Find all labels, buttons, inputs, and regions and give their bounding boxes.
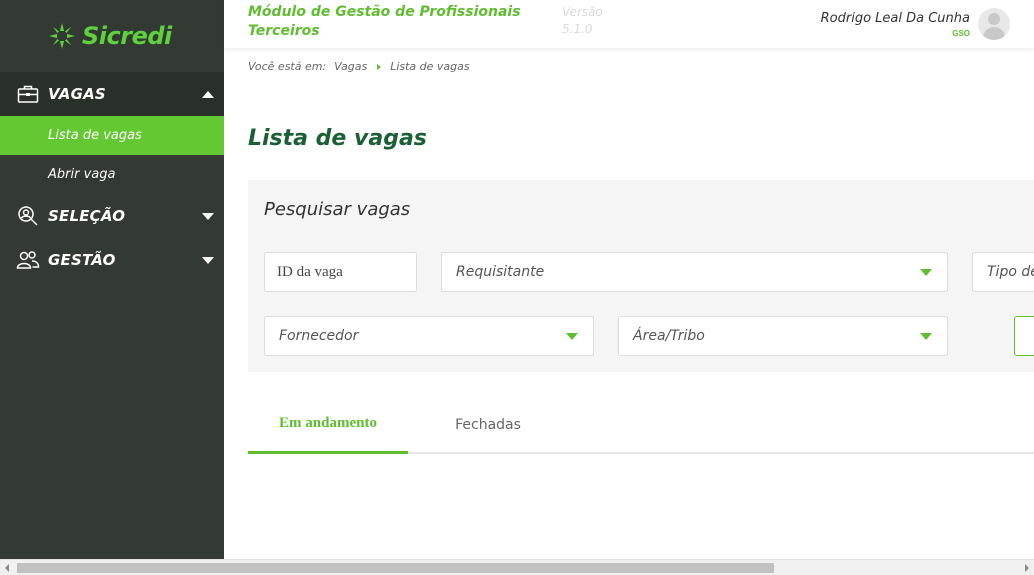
tab-em-andamento[interactable]: Em andamento: [248, 400, 408, 454]
breadcrumb-separator-icon: [377, 63, 382, 70]
tab-fechadas[interactable]: Fechadas: [408, 400, 568, 454]
chevron-down-icon: [920, 333, 932, 340]
app-root: Sicredi VAGAS Lista de vagas Abrir vaga: [0, 0, 1034, 575]
top-header: Módulo de Gestão de Profissionais Tercei…: [224, 0, 1034, 48]
search-panel: Pesquisar vagas ID da vaga Requisitante …: [248, 180, 1034, 372]
brand-logo[interactable]: Sicredi: [0, 0, 224, 72]
sidebar-section-label: VAGAS: [48, 85, 106, 103]
horizontal-scrollbar[interactable]: [0, 559, 1034, 575]
breadcrumb-item-vagas[interactable]: Vagas: [334, 60, 367, 73]
brand-name: Sicredi: [82, 22, 172, 50]
area-tribo-select[interactable]: Área/Tribo: [618, 316, 948, 356]
sidebar-section-selecao[interactable]: SELEÇÃO: [0, 194, 224, 238]
scrollbar-thumb[interactable]: [17, 563, 774, 573]
avatar-body-icon: [983, 27, 1005, 40]
breadcrumb-prefix: Você está em:: [248, 60, 327, 73]
sidebar-section-label: GESTÃO: [48, 251, 116, 269]
avatar[interactable]: [978, 8, 1010, 40]
avatar-head-icon: [988, 13, 1000, 25]
fornecedor-label: Fornecedor: [279, 328, 359, 344]
breadcrumb-item-lista-de-vagas: Lista de vagas: [390, 60, 470, 73]
sidebar-item-abrir-vaga[interactable]: Abrir vaga: [0, 155, 224, 194]
chevron-down-icon: [202, 212, 214, 220]
status-tabs: Em andamento Fechadas: [248, 400, 1034, 454]
tipo-select[interactable]: Tipo de: [972, 252, 1034, 292]
area-tribo-label: Área/Tribo: [633, 328, 705, 344]
version-label: Versão 5.1.0: [562, 4, 614, 38]
module-title: Módulo de Gestão de Profissionais Tercei…: [248, 4, 521, 39]
scroll-left-icon[interactable]: [5, 564, 9, 572]
id-vaga-placeholder: ID da vaga: [277, 263, 343, 280]
id-vaga-field[interactable]: ID da vaga: [264, 252, 417, 292]
search-title: Pesquisar vagas: [264, 199, 411, 220]
tipo-label: Tipo de: [987, 264, 1034, 280]
requisitante-label: Requisitante: [456, 264, 545, 280]
sidebar-section-label: SELEÇÃO: [48, 207, 126, 225]
user-search-icon: [16, 205, 40, 227]
page-title: Lista de vagas: [248, 126, 427, 151]
sidebar-section-vagas[interactable]: VAGAS: [0, 72, 224, 116]
chevron-up-icon: [202, 90, 214, 98]
breadcrumb: Você está em: Vagas Lista de vagas: [248, 60, 470, 73]
sicredi-logo-icon: [48, 22, 76, 50]
briefcase-icon: [16, 83, 40, 105]
users-icon: [16, 249, 40, 271]
chevron-down-icon: [566, 333, 578, 340]
chevron-down-icon: [202, 256, 214, 264]
sidebar: Sicredi VAGAS Lista de vagas Abrir vaga: [0, 0, 224, 559]
user-name: Rodrigo Leal Da Cunha: [820, 11, 970, 26]
sidebar-item-lista-de-vagas[interactable]: Lista de vagas: [0, 116, 224, 155]
version-text: Versão 5.1.0: [562, 5, 603, 36]
user-role-badge: GSO: [952, 29, 970, 38]
sidebar-section-gestao[interactable]: GESTÃO: [0, 238, 224, 282]
requisitante-select[interactable]: Requisitante: [441, 252, 948, 292]
fornecedor-select[interactable]: Fornecedor: [264, 316, 594, 356]
search-button[interactable]: [1014, 316, 1034, 356]
scroll-right-icon[interactable]: [1025, 564, 1029, 572]
chevron-down-icon: [920, 269, 932, 276]
